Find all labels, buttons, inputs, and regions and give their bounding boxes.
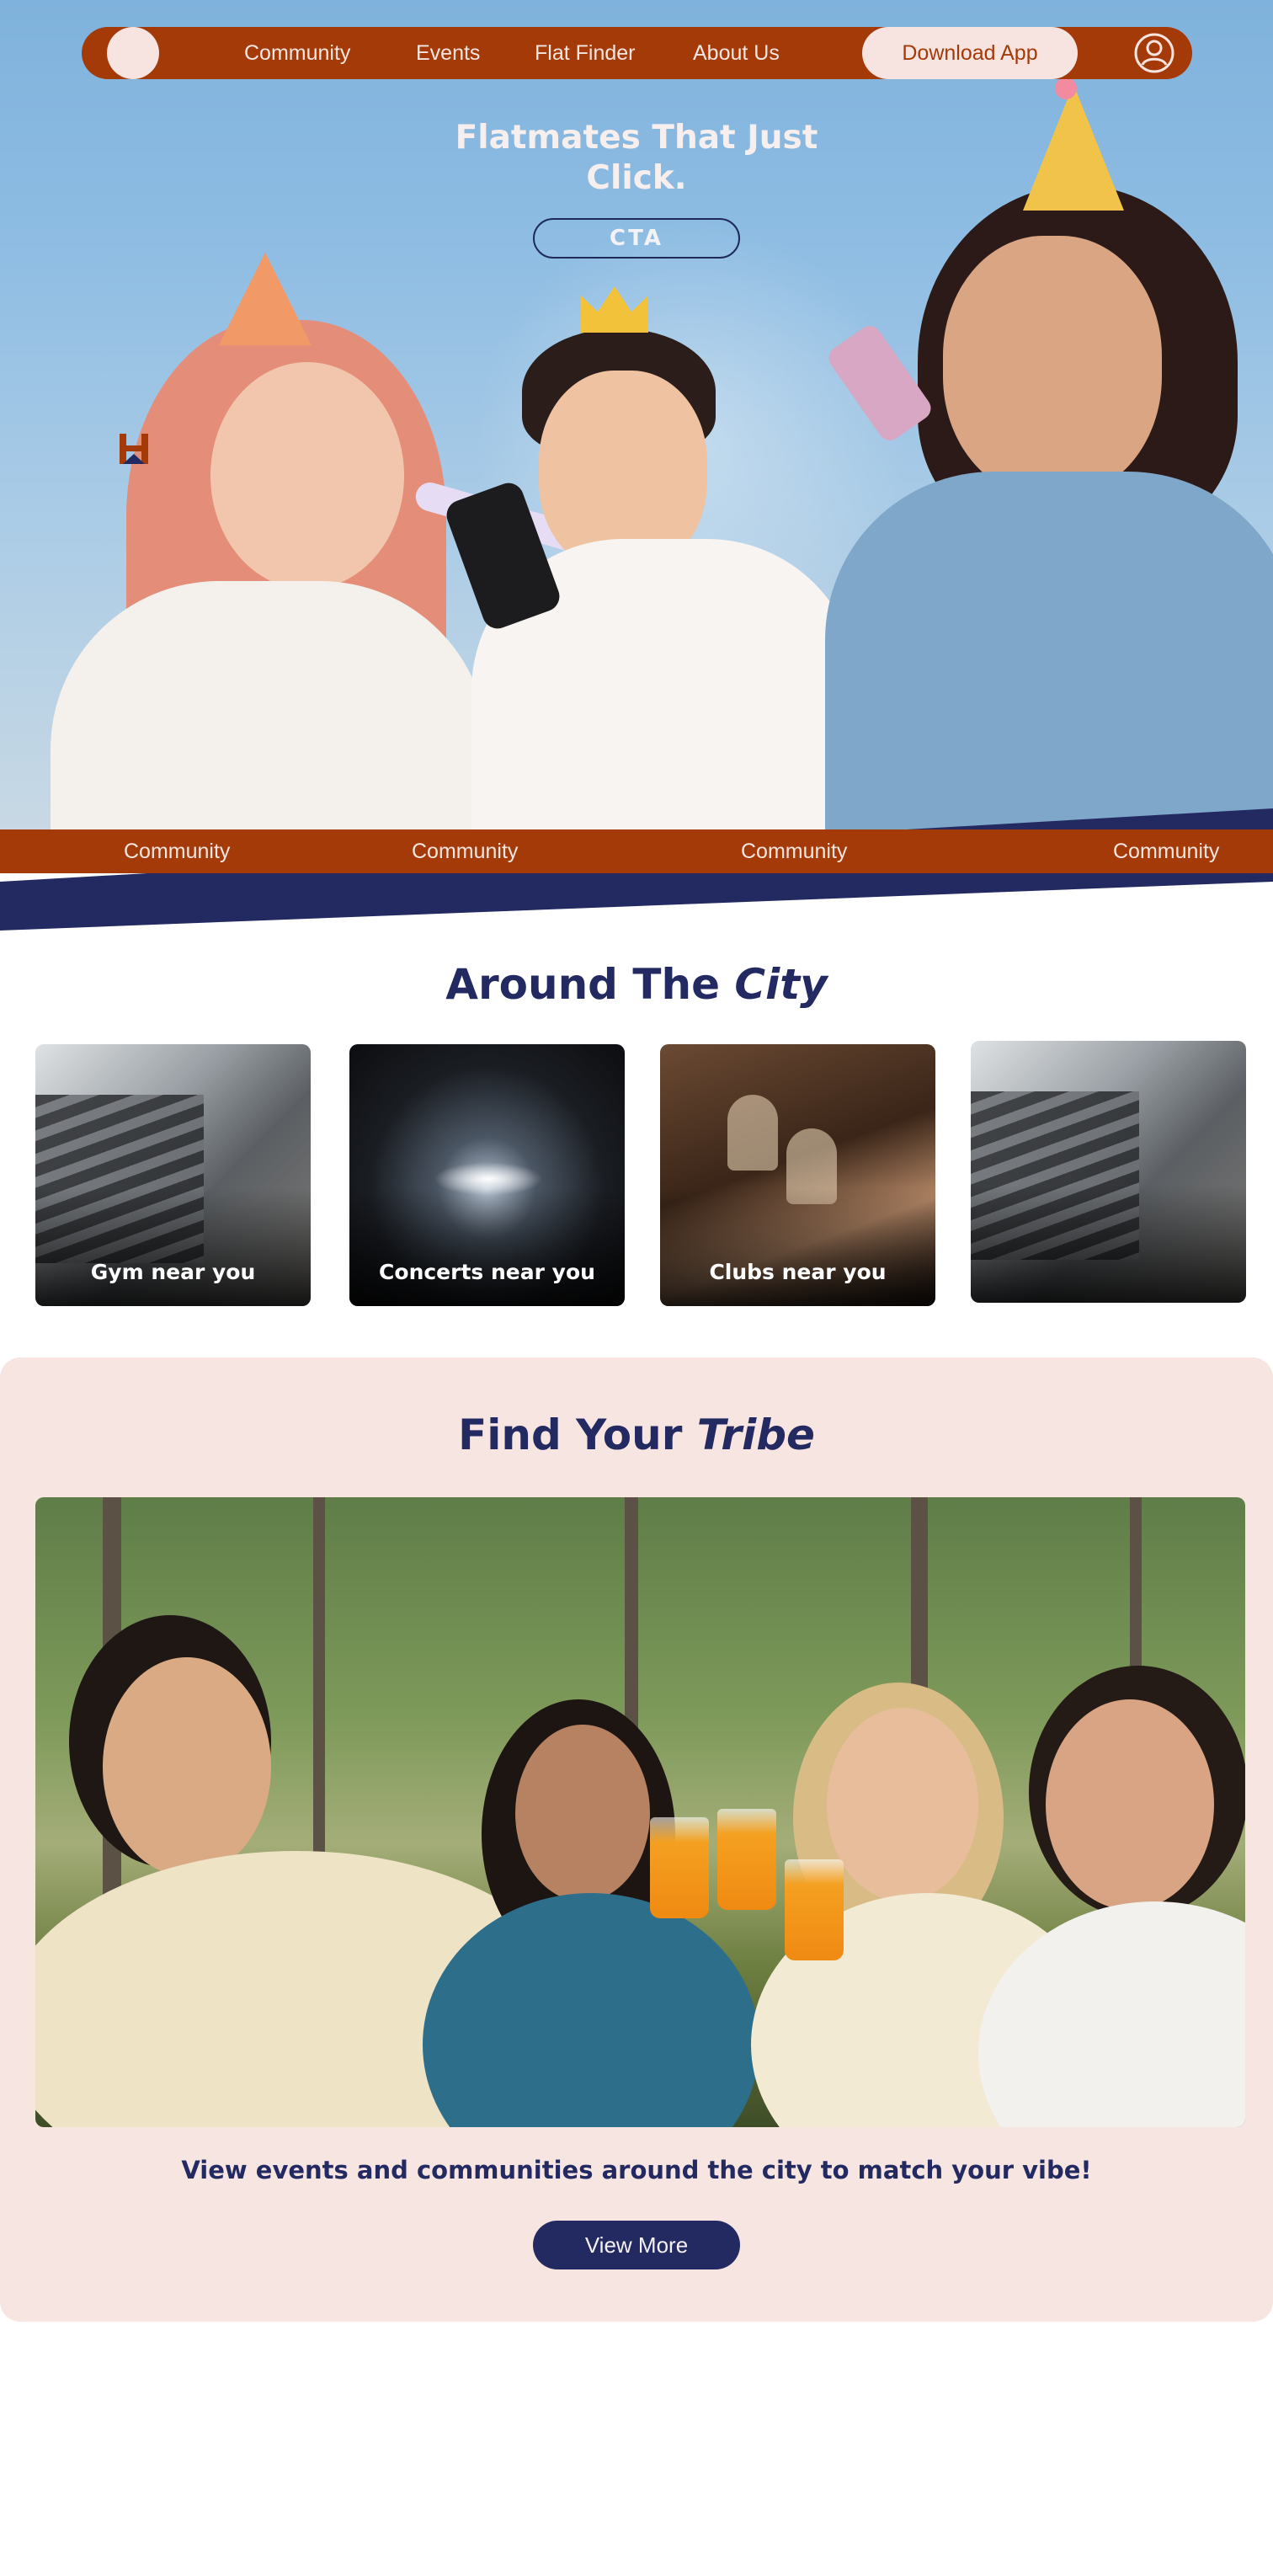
- ribbon-item: Community: [124, 840, 231, 863]
- juice-glass: [650, 1817, 709, 1918]
- ribbon-item: Community: [412, 840, 519, 863]
- nav-flat-finder[interactable]: Flat Finder: [535, 27, 635, 79]
- clubs-card[interactable]: Clubs near you: [660, 1044, 935, 1306]
- nav-about-us[interactable]: About Us: [693, 27, 780, 79]
- download-app-button[interactable]: Download App: [862, 27, 1078, 79]
- cta-button[interactable]: CTA: [533, 218, 740, 259]
- community-ribbon: Community Community Community Community: [0, 829, 1273, 873]
- party-hat: [1023, 84, 1124, 211]
- tribe-subtitle: View events and communities around the c…: [181, 2156, 1092, 2184]
- ribbon-item: Community: [1113, 840, 1220, 863]
- concerts-card[interactable]: Concerts near you: [349, 1044, 625, 1306]
- logo[interactable]: [107, 27, 159, 79]
- top-navigation: Community Events Flat Finder About Us Do…: [82, 27, 1192, 79]
- club-photo: [727, 1095, 778, 1171]
- user-circle-icon[interactable]: [1133, 32, 1175, 74]
- brand-mark-icon: [118, 432, 150, 466]
- tribe-photo: [35, 1497, 1245, 2127]
- tribe-section-title: Find Your Tribe: [458, 1411, 815, 1459]
- city-section-title: Around The City: [445, 960, 828, 1009]
- card-label: Clubs near you: [709, 1260, 887, 1284]
- gym-card-repeat[interactable]: [971, 1041, 1246, 1303]
- ribbon-item: Community: [741, 840, 848, 863]
- card-label: Gym near you: [90, 1260, 256, 1284]
- juice-glass: [785, 1859, 844, 1960]
- view-more-button[interactable]: View More: [533, 2221, 740, 2269]
- card-label: Concerts near you: [379, 1260, 595, 1284]
- hero-banner: Flatmates That Just Click. CTA: [0, 0, 1273, 842]
- juice-glass: [717, 1809, 776, 1910]
- nav-events[interactable]: Events: [416, 27, 480, 79]
- hero-title: Flatmates That Just Click.: [455, 119, 818, 197]
- party-hat: [219, 253, 312, 345]
- nav-community[interactable]: Community: [244, 27, 350, 79]
- gym-card[interactable]: Gym near you: [35, 1044, 311, 1306]
